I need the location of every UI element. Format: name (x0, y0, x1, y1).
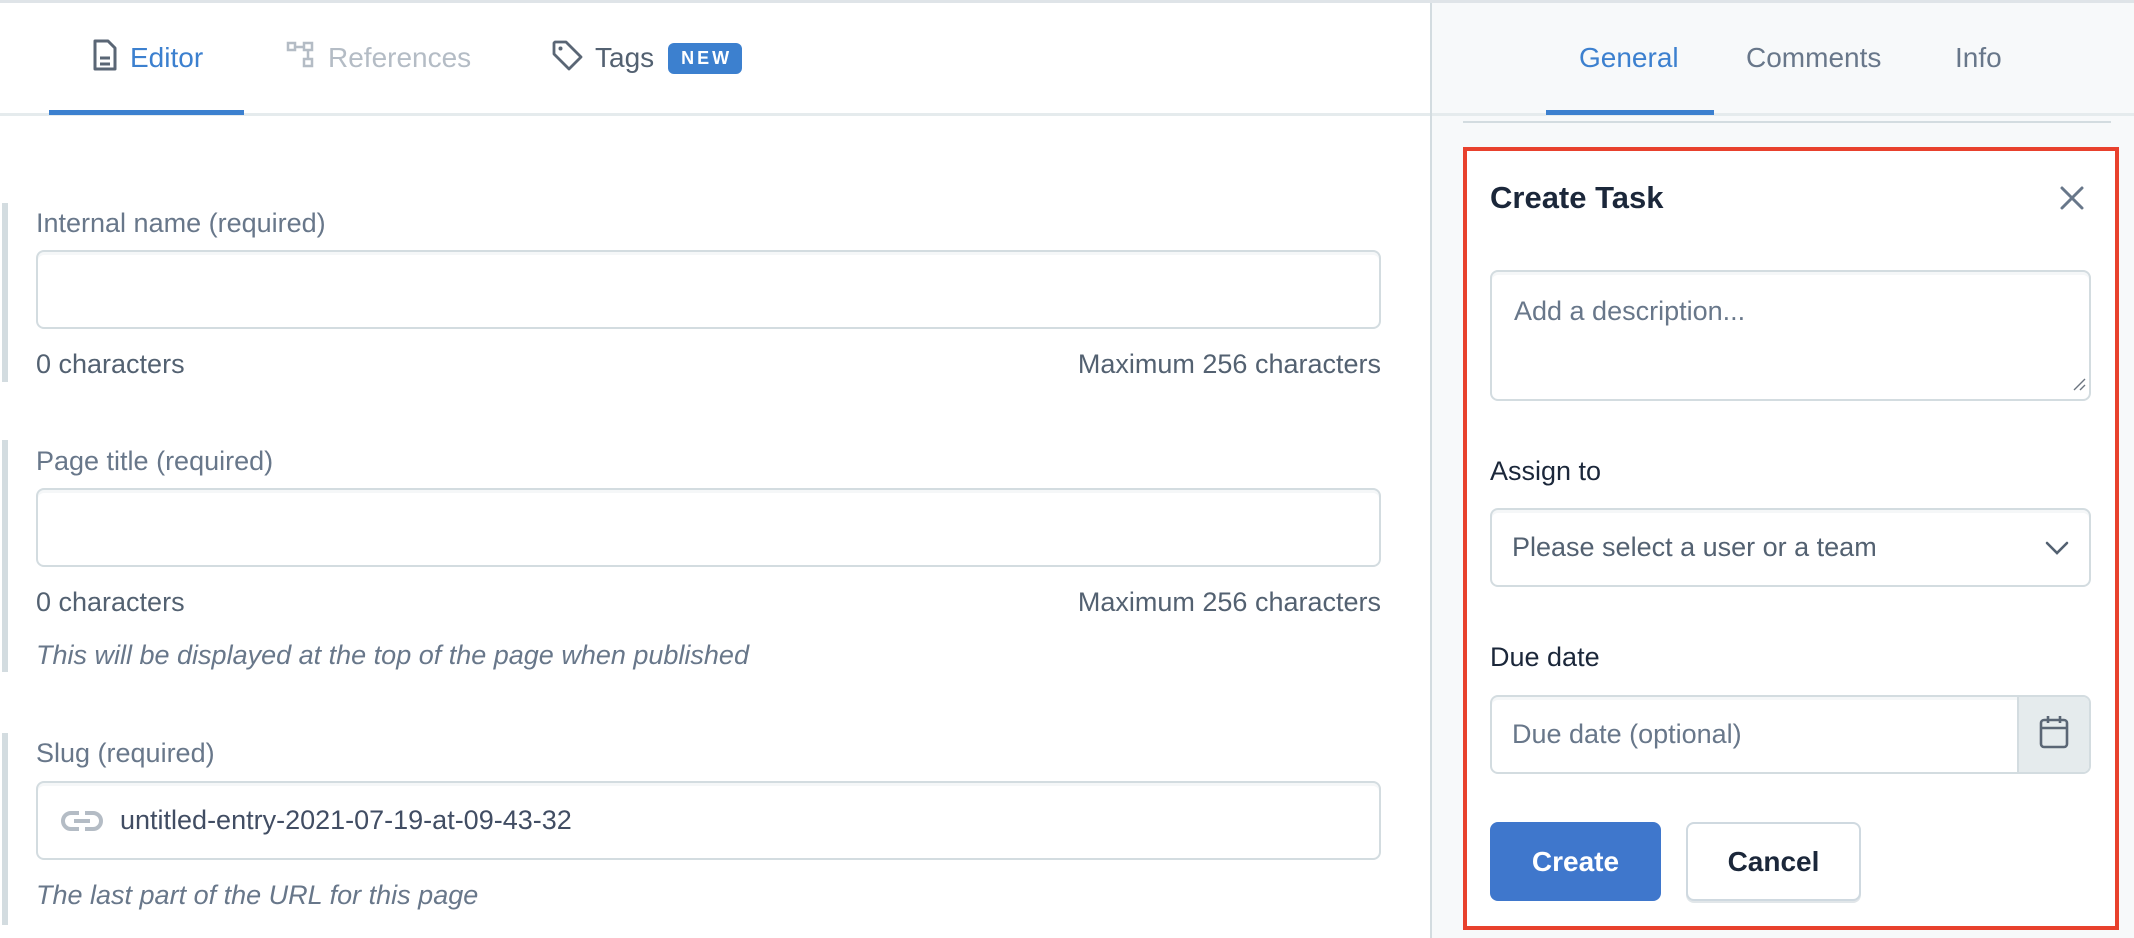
document-icon (92, 39, 118, 78)
references-icon (286, 41, 316, 76)
create-button[interactable]: Create (1490, 822, 1661, 901)
slug-value: untitled-entry-2021-07-19-at-09-43-32 (120, 805, 572, 835)
resize-handle-icon[interactable] (2072, 377, 2086, 396)
tab-tags-label: Tags (595, 42, 655, 73)
internal-name-input[interactable] (36, 250, 1381, 329)
field-indicator-bar (2, 203, 8, 382)
page-title-input[interactable] (36, 488, 1381, 567)
create-task-title: Create Task (1490, 180, 1664, 215)
page-title-char-count: 0 characters (36, 587, 185, 617)
tab-editor[interactable]: Editor (92, 3, 203, 113)
tab-general[interactable]: General (1579, 3, 1679, 113)
task-description-textarea[interactable]: Add a description... (1490, 270, 2091, 401)
tag-icon (551, 39, 583, 78)
description-placeholder: Add a description... (1514, 296, 1746, 326)
slug-help-text: The last part of the URL for this page (36, 880, 479, 910)
field-indicator-bar (2, 440, 8, 672)
tab-info[interactable]: Info (1955, 3, 2002, 113)
due-date-input[interactable]: Due date (optional) (1490, 695, 2091, 774)
tab-references-label: References (328, 42, 472, 73)
field-indicator-bar (2, 733, 8, 925)
close-icon (2059, 186, 2085, 215)
active-sidebar-tab-indicator (1546, 110, 1714, 115)
tab-references[interactable]: References (286, 3, 471, 113)
internal-name-char-count: 0 characters (36, 349, 185, 379)
assign-to-value: Please select a user or a team (1512, 532, 1877, 562)
active-tab-indicator (49, 110, 244, 115)
slug-input[interactable]: untitled-entry-2021-07-19-at-09-43-32 (36, 781, 1381, 860)
page-title-max-chars: Maximum 256 characters (1077, 587, 1381, 617)
calendar-icon (2039, 715, 2069, 754)
chevron-down-icon (2045, 540, 2069, 561)
due-date-placeholder: Due date (optional) (1512, 719, 1742, 749)
internal-name-label: Internal name (required) (36, 208, 326, 238)
slug-label: Slug (required) (36, 738, 215, 768)
due-date-label: Due date (1490, 642, 1600, 672)
link-icon (60, 808, 104, 833)
sidebar-divider (1463, 121, 2111, 123)
internal-name-max-chars: Maximum 256 characters (1077, 349, 1381, 379)
close-button[interactable] (2059, 185, 2085, 216)
cancel-button[interactable]: Cancel (1686, 822, 1861, 901)
page-title-help-text: This will be displayed at the top of the… (36, 640, 749, 670)
page-title-label: Page title (required) (36, 446, 274, 476)
new-badge: NEW (668, 42, 743, 74)
tab-tags[interactable]: Tags NEW (551, 3, 743, 113)
calendar-button[interactable] (2017, 697, 2089, 772)
assign-to-label: Assign to (1490, 456, 1602, 486)
tab-comments[interactable]: Comments (1746, 3, 1881, 113)
assign-to-select[interactable]: Please select a user or a team (1490, 508, 2091, 587)
tab-editor-label: Editor (130, 42, 204, 73)
